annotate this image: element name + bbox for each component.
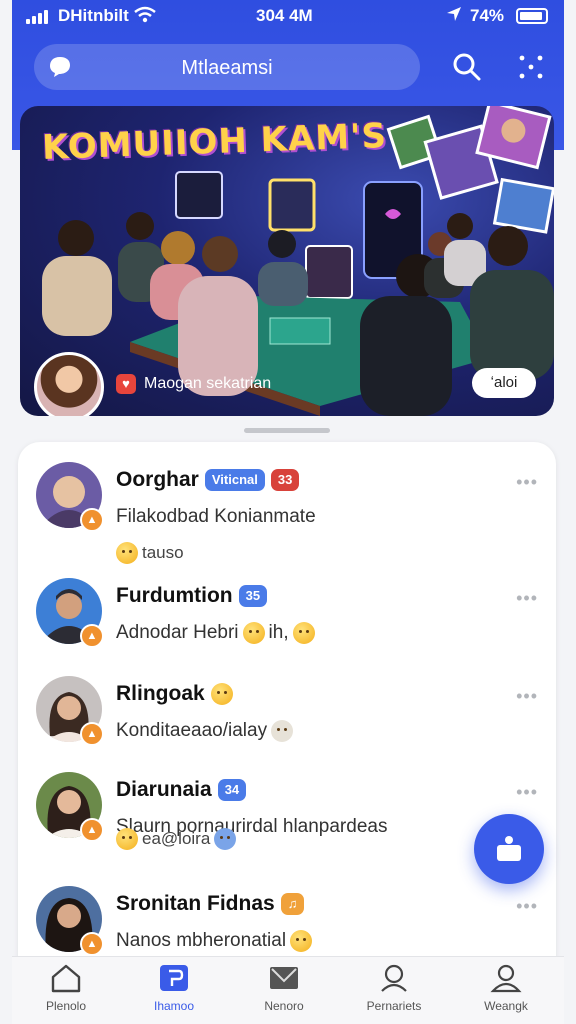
count-tag: 35 <box>238 585 268 607</box>
wifi-icon <box>134 6 156 29</box>
message-preview: Adnodar Hebri <box>116 622 239 643</box>
battery-icon <box>516 8 548 24</box>
location-arrow-icon <box>446 6 462 26</box>
featured-banner[interactable]: KOMUIIOH KAM'S ♥ Maogan sekatrian ʻaloi <box>20 106 554 416</box>
status-badge: ▲ <box>80 818 104 842</box>
nav-label: Weangk <box>484 999 528 1013</box>
list-item[interactable]: ▲ Furdumtion 35 Adnodar Hebri ih, ••• <box>18 578 556 676</box>
more-options-icon[interactable]: ••• <box>516 472 538 493</box>
count-tag: 33 <box>270 469 300 491</box>
list-item[interactable]: ▲ Rlingoak Konditaeaao/ialay ••• <box>18 676 556 774</box>
message-preview: Nanos mbheronatial <box>116 930 287 951</box>
count-tag: 34 <box>217 779 247 801</box>
message-tail: ih, <box>268 622 289 643</box>
nav-profile[interactable]: Weangk <box>456 963 556 1023</box>
wink-emoji-icon <box>210 683 233 705</box>
carrier-name: DHitnbilt <box>58 6 129 25</box>
status-badge: ▲ <box>80 722 104 746</box>
drag-handle[interactable] <box>244 428 330 433</box>
message-subtext: tauso <box>142 543 184 562</box>
status-bar: DHitnbilt 304 4M 74% <box>24 6 552 28</box>
contact-name: Diarunaia <box>116 778 212 801</box>
new-chat-icon <box>497 836 521 861</box>
chat-list: ▲ Oorghar Viticnal 33 Filakodbad Konianm… <box>18 442 556 982</box>
more-options-button[interactable] <box>514 50 548 84</box>
status-badge: ▲ <box>80 624 104 648</box>
music-tag: ♫ <box>280 893 305 915</box>
status-badge: ▲ <box>80 508 104 532</box>
contact-name: Rlingoak <box>116 682 205 705</box>
signal-icon <box>26 10 48 24</box>
emoji-icon <box>116 828 138 850</box>
sticker-icon <box>271 720 294 742</box>
nav-label: Pernariets <box>366 999 422 1013</box>
more-options-icon[interactable]: ••• <box>516 686 538 707</box>
emoji-icon <box>290 930 313 952</box>
label-tag: Viticnal <box>204 469 265 491</box>
sticker-icon <box>214 828 237 850</box>
smile-emoji-icon <box>292 622 315 644</box>
bottom-navigation: Plenolo Ihamoo Nenoro Pernariets Weangk <box>12 956 564 1024</box>
message-preview: Konditaeaao/ialay <box>116 720 268 741</box>
search-button[interactable] <box>450 50 484 84</box>
battery-percent: 74% <box>470 6 505 25</box>
search-icon <box>453 53 481 81</box>
grid-dots-icon <box>519 55 543 79</box>
status-badge: ▲ <box>80 932 104 956</box>
chat-icon <box>160 965 188 991</box>
nav-messages[interactable]: Nenoro <box>234 963 334 1023</box>
list-item[interactable]: ▲ Oorghar Viticnal 33 Filakodbad Konianm… <box>18 462 556 564</box>
contact-name: Furdumtion <box>116 584 233 607</box>
people-icon <box>381 964 407 992</box>
banner-caption-text: Maogan sekatrian <box>144 375 272 392</box>
nav-label: Plenolo <box>45 999 87 1013</box>
home-icon <box>51 964 81 993</box>
more-options-icon[interactable]: ••• <box>516 896 538 917</box>
nav-people[interactable]: Pernariets <box>344 963 444 1023</box>
envelope-icon <box>270 967 298 989</box>
heart-icon: ♥ <box>116 374 136 394</box>
contact-name: Oorghar <box>116 468 199 491</box>
emoji-icon <box>116 542 138 564</box>
message-preview: Filakodbad Konianmate <box>116 506 316 527</box>
contact-name: Sronitan Fidnas <box>116 892 275 915</box>
header-title: Mtlaeamsi <box>181 57 273 79</box>
more-options-icon[interactable]: ••• <box>516 588 538 609</box>
banner-action-pill[interactable]: ʻaloi <box>472 368 536 398</box>
profile-icon <box>490 964 522 993</box>
emoji-icon <box>242 622 265 644</box>
nav-label: Nenoro <box>264 999 304 1013</box>
message-subtext: ea@loira <box>142 829 211 848</box>
clock: 304 4M <box>256 6 313 25</box>
nav-chats[interactable]: Ihamoo <box>124 963 224 1023</box>
nav-home[interactable]: Plenolo <box>16 963 116 1023</box>
nav-label: Ihamoo <box>153 999 195 1013</box>
compose-button[interactable] <box>474 814 544 884</box>
search-bar[interactable]: Mtlaeamsi <box>34 44 420 90</box>
banner-caption: ♥ Maogan sekatrian <box>116 374 271 394</box>
banner-host-avatar[interactable] <box>34 352 104 416</box>
more-options-icon[interactable]: ••• <box>516 782 538 803</box>
